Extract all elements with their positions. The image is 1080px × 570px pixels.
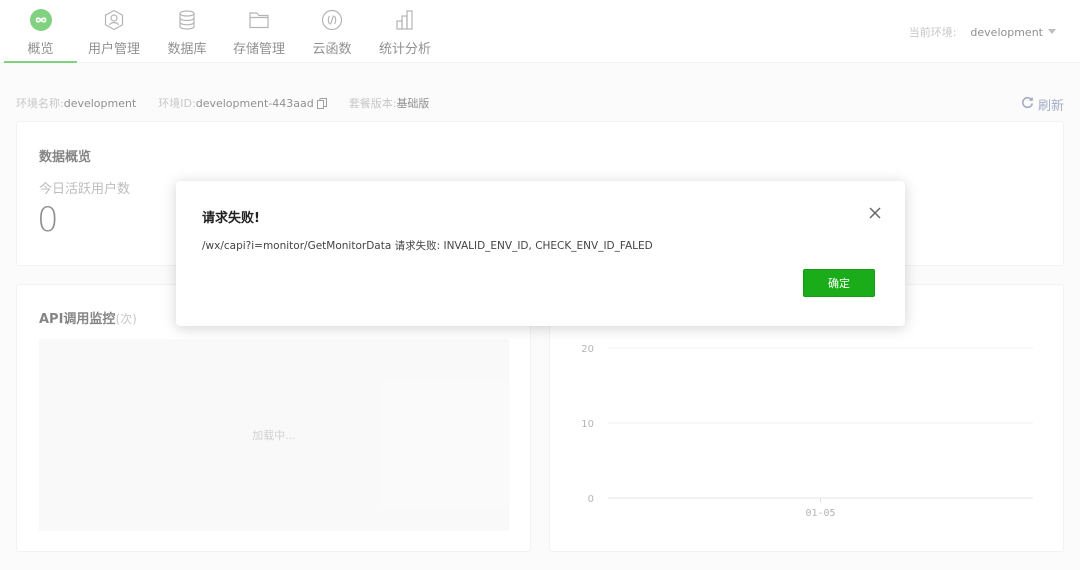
dialog-message: /wx/capi?i=monitor/GetMonitorData 请求失败: … (202, 240, 653, 252)
confirm-button[interactable]: 确定 (803, 269, 875, 297)
error-dialog: 请求失败! /wx/capi?i=monitor/GetMonitorData … (176, 181, 905, 326)
close-icon[interactable] (867, 205, 883, 221)
dialog-title: 请求失败! (202, 211, 260, 226)
